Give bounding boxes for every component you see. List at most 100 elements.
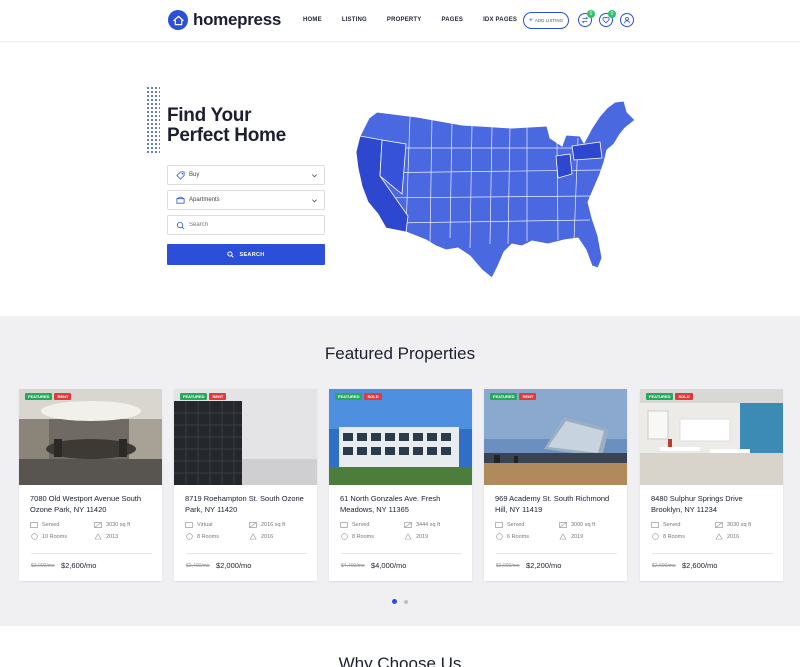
rent-badge: RENT: [519, 393, 537, 400]
featured-badge: FEATURED: [490, 393, 518, 400]
building-icon: [175, 195, 185, 205]
status-text: Served: [663, 521, 681, 528]
search-button[interactable]: SEARCH: [167, 244, 325, 265]
status-text: Served: [352, 521, 370, 528]
favorites-button[interactable]: 0: [599, 10, 616, 27]
property-year: 2019: [559, 533, 583, 540]
rooms-icon: [185, 533, 193, 540]
nav-listing[interactable]: LISTING: [342, 17, 367, 23]
old-price: $3,000/mo: [31, 563, 55, 569]
old-price: $2,400/mo: [186, 563, 210, 569]
area-text: 3444 sq ft: [416, 521, 441, 528]
property-area: 3030 sq ft: [94, 521, 130, 528]
brand-name: homepress: [193, 10, 282, 29]
map-search-icon: [175, 220, 185, 230]
year-icon: [94, 533, 102, 540]
old-price: $4,400/mo: [341, 563, 365, 569]
year-icon: [249, 533, 257, 540]
property-status: Served: [30, 521, 59, 528]
property-year: 2016: [715, 533, 739, 540]
property-title[interactable]: 7080 Old Westport Avenue South Ozone Par…: [30, 493, 154, 515]
property-year: 2013: [94, 533, 118, 540]
property-status: Virtual: [185, 521, 213, 528]
account-button[interactable]: [620, 13, 634, 27]
rent-badge: RENT: [54, 393, 72, 400]
property-status: Served: [495, 521, 524, 528]
status-text: Virtual: [197, 521, 213, 528]
nav-home[interactable]: HOME: [303, 17, 322, 23]
year-icon: [404, 533, 412, 540]
price: $2,200/mo: [526, 561, 562, 570]
compare-count: 0: [587, 10, 595, 18]
rooms-text: 6 Rooms: [507, 533, 530, 540]
why-section: Why Choose Us: [0, 626, 800, 667]
property-rooms: 8 Rooms: [185, 533, 219, 540]
property-status: Served: [651, 521, 680, 528]
carousel-dot-active[interactable]: [392, 599, 397, 604]
featured-badge: FEATURED: [335, 393, 363, 400]
property-rooms: 6 Rooms: [495, 533, 529, 540]
price: $2,600/mo: [61, 561, 97, 570]
sold-badge: SOLD: [364, 393, 382, 400]
area-icon: [404, 521, 412, 528]
plus-icon: +: [528, 17, 533, 24]
add-listing-button[interactable]: + ADD LISTING: [523, 12, 569, 29]
property-image[interactable]: FEATURED SOLD: [329, 389, 472, 485]
property-rooms: 10 Rooms: [30, 533, 67, 540]
main-nav: HOME LISTING PROPERTY PAGES IDX PAGES: [303, 17, 537, 23]
old-price: $3,000/mo: [496, 563, 520, 569]
property-image[interactable]: FEATURED RENT: [484, 389, 627, 485]
property-image[interactable]: FEATURED RENT: [174, 389, 317, 485]
status-text: Served: [507, 521, 525, 528]
search-field[interactable]: [167, 215, 325, 235]
property-title[interactable]: 61 North Gonzales Ave. Fresh Meadows, NY…: [340, 493, 464, 515]
us-map[interactable]: [352, 98, 636, 280]
house-icon: [168, 10, 188, 30]
rooms-icon: [495, 533, 503, 540]
site-header: homepress HOME LISTING PROPERTY PAGES ID…: [0, 0, 800, 42]
hero-title: Find Your Perfect Home: [167, 106, 286, 146]
rooms-icon: [651, 533, 659, 540]
carousel-dot[interactable]: [404, 600, 408, 604]
property-type-value: Apartments: [189, 197, 220, 203]
featured-badge: FEATURED: [180, 393, 208, 400]
year-text: 2016: [727, 533, 740, 540]
property-image[interactable]: FEATURED SOLD: [640, 389, 783, 485]
rooms-text: 8 Rooms: [352, 533, 375, 540]
property-rooms: 8 Rooms: [340, 533, 374, 540]
property-type-select[interactable]: Apartments: [167, 190, 325, 210]
year-text: 2013: [106, 533, 119, 540]
area-icon: [94, 521, 102, 528]
rooms-icon: [30, 533, 38, 540]
nav-idx-pages[interactable]: IDX PAGES: [483, 17, 517, 23]
tag-icon: [175, 170, 185, 180]
status-text: Served: [42, 521, 60, 528]
property-title[interactable]: 8719 Roehampton St. South Ozone Park, NY…: [185, 493, 309, 515]
chevron-down-icon: [312, 199, 317, 203]
rooms-text: 8 Rooms: [663, 533, 686, 540]
property-title[interactable]: 969 Academy St. South Richmond Hill, NY …: [495, 493, 619, 515]
property-image[interactable]: FEATURED RENT: [19, 389, 162, 485]
featured-badge: FEATURED: [25, 393, 53, 400]
card-divider: [341, 553, 462, 554]
property-year: 2016: [249, 533, 273, 540]
deal-type-value: Buy: [189, 172, 200, 178]
area-icon: [559, 521, 567, 528]
property-title[interactable]: 8480 Sulphur Springs Drive Brooklyn, NY …: [651, 493, 775, 515]
status-icon: [651, 521, 659, 528]
area-text: 3000 sq ft: [571, 521, 596, 528]
status-icon: [340, 521, 348, 528]
card-divider: [496, 553, 617, 554]
year-icon: [715, 533, 723, 540]
search-button-label: SEARCH: [239, 251, 265, 258]
deal-type-select[interactable]: Buy: [167, 165, 325, 185]
nav-property[interactable]: PROPERTY: [387, 17, 422, 23]
year-text: 2016: [261, 533, 274, 540]
search-input[interactable]: [189, 222, 309, 228]
nav-pages[interactable]: PAGES: [442, 17, 464, 23]
area-text: 2016 sq ft: [261, 521, 286, 528]
status-icon: [30, 521, 38, 528]
compare-button[interactable]: 0: [578, 10, 595, 27]
user-icon: [624, 16, 630, 24]
logo[interactable]: homepress: [168, 10, 281, 30]
